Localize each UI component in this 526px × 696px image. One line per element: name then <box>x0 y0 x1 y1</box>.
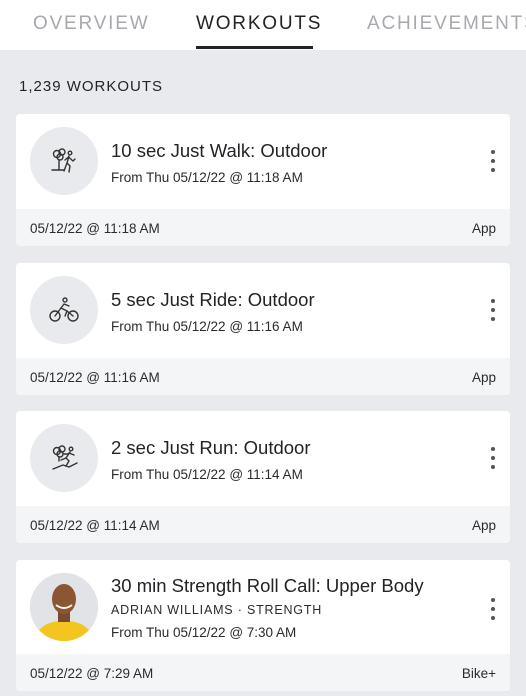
outdoor-run-icon <box>30 424 98 492</box>
more-options-icon[interactable] <box>489 598 497 622</box>
workout-date: 05/12/22 @ 11:14 AM <box>30 518 160 533</box>
workout-title: 30 min Strength Roll Call: Upper Body <box>111 575 424 596</box>
workout-source: App <box>471 221 496 236</box>
active-tab-indicator <box>196 46 313 49</box>
tab-achievements[interactable]: ACHIEVEMENTS <box>367 13 526 35</box>
workout-card[interactable]: 30 min Strength Roll Call: Upper Body AD… <box>16 560 510 691</box>
tab-bar: OVERVIEW WORKOUTS ACHIEVEMENTS <box>0 0 526 50</box>
workout-card[interactable]: 5 sec Just Ride: Outdoor From Thu 05/12/… <box>16 263 510 395</box>
bike-icon <box>30 276 98 344</box>
workout-source: App <box>471 518 496 533</box>
workout-card[interactable]: 10 sec Just Walk: Outdoor From Thu 05/12… <box>16 114 510 246</box>
instructor-avatar <box>30 573 98 641</box>
workout-card[interactable]: 2 sec Just Run: Outdoor From Thu 05/12/2… <box>16 411 510 543</box>
workout-start-time: From Thu 05/12/22 @ 11:14 AM <box>111 467 303 482</box>
workout-title: 10 sec Just Walk: Outdoor <box>111 140 328 161</box>
workout-source: App <box>471 370 496 385</box>
workout-date: 05/12/22 @ 7:29 AM <box>30 666 154 681</box>
workout-date: 05/12/22 @ 11:16 AM <box>30 370 160 385</box>
workout-source: Bike+ <box>461 666 496 681</box>
workout-start-time: From Thu 05/12/22 @ 11:16 AM <box>111 319 303 334</box>
workout-count: 1,239 WORKOUTS <box>19 78 164 95</box>
more-options-icon[interactable] <box>489 150 497 174</box>
tab-workouts[interactable]: WORKOUTS <box>196 13 322 35</box>
workout-start-time: From Thu 05/12/22 @ 11:18 AM <box>111 170 303 185</box>
workout-title: 5 sec Just Ride: Outdoor <box>111 289 315 310</box>
workout-date: 05/12/22 @ 11:18 AM <box>30 221 160 236</box>
more-options-icon[interactable] <box>489 299 497 323</box>
workout-start-time: From Thu 05/12/22 @ 7:30 AM <box>111 625 297 640</box>
tab-overview[interactable]: OVERVIEW <box>33 13 149 35</box>
outdoor-walk-icon <box>30 127 98 195</box>
more-options-icon[interactable] <box>489 447 497 471</box>
workout-title: 2 sec Just Run: Outdoor <box>111 437 311 458</box>
instructor-discipline: ADRIAN WILLIAMS · STRENGTH <box>111 603 323 617</box>
